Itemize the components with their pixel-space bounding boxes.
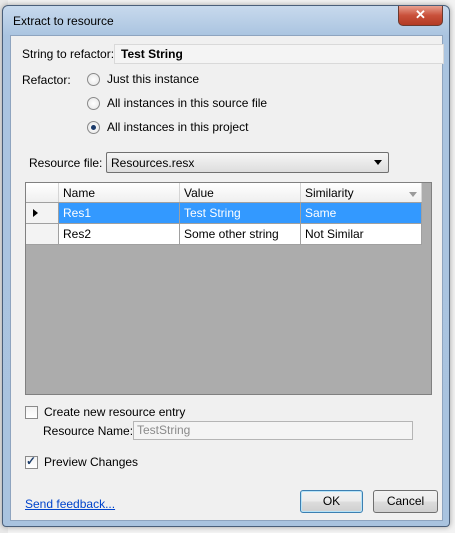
sort-arrow-icon (409, 191, 417, 197)
row-header-corner (26, 183, 59, 203)
resource-file-label: Resource file: (29, 156, 103, 170)
ok-button[interactable]: OK (300, 490, 363, 513)
row-header[interactable] (26, 223, 59, 245)
row-header[interactable] (26, 202, 59, 224)
cell-similarity[interactable]: Not Similar (300, 223, 422, 245)
dialog-body: String to refactor: Test String Refactor… (10, 35, 444, 521)
send-feedback-link[interactable]: Send feedback... (25, 497, 115, 511)
table-row[interactable]: Res2 Some other string Not Similar (26, 223, 422, 245)
cell-value[interactable]: Test String (179, 202, 301, 224)
dialog-title: Extract to resource (13, 14, 114, 28)
string-to-refactor-value: Test String (114, 44, 444, 64)
resource-name-label: Resource Name: (43, 424, 134, 438)
cell-name[interactable]: Res1 (58, 202, 180, 224)
radio-button-icon[interactable] (87, 120, 100, 134)
chevron-down-icon[interactable] (374, 160, 382, 165)
radio-all-in-project[interactable]: All instances in this project (87, 119, 248, 135)
title-bar[interactable]: Extract to resource ✕ (3, 6, 449, 34)
column-header-similarity[interactable]: Similarity (300, 183, 422, 203)
resource-name-input[interactable]: TestString (133, 421, 413, 440)
radio-button-icon[interactable] (87, 96, 100, 110)
close-icon: ✕ (415, 7, 426, 22)
radio-label: All instances in this project (107, 120, 249, 134)
string-to-refactor-label: String to refactor: (22, 47, 115, 61)
column-header-value[interactable]: Value (179, 183, 301, 203)
radio-label: Just this instance (107, 72, 200, 86)
radio-label: All instances in this source file (107, 96, 268, 110)
resource-file-selected: Resources.resx (111, 156, 195, 170)
column-header-name[interactable]: Name (58, 183, 180, 203)
radio-all-in-source-file[interactable]: All instances in this source file (87, 95, 267, 111)
resource-grid[interactable]: Name Value Similarity Res1 Test String S… (25, 182, 432, 395)
resource-table: Name Value Similarity Res1 Test String S… (26, 183, 422, 245)
refactor-label: Refactor: (22, 73, 71, 87)
radio-button-icon[interactable] (87, 72, 100, 86)
close-button[interactable]: ✕ (398, 6, 443, 26)
resource-file-dropdown[interactable]: Resources.resx (106, 152, 389, 173)
column-header-similarity-label: Similarity (305, 185, 354, 200)
extract-to-resource-dialog: Extract to resource ✕ String to refactor… (2, 5, 450, 527)
cell-name[interactable]: Res2 (58, 223, 180, 245)
current-row-arrow-icon (33, 209, 38, 217)
table-header-row: Name Value Similarity (26, 183, 422, 203)
preview-changes-label[interactable]: Preview Changes (44, 455, 138, 469)
preview-changes-checkbox[interactable] (25, 454, 38, 469)
cell-similarity[interactable]: Same (300, 202, 422, 224)
cell-value[interactable]: Some other string (179, 223, 301, 245)
cancel-button[interactable]: Cancel (373, 490, 438, 513)
create-new-entry-label[interactable]: Create new resource entry (44, 405, 185, 419)
table-row[interactable]: Res1 Test String Same (26, 202, 422, 224)
create-new-entry-checkbox[interactable] (25, 406, 38, 419)
radio-just-this-instance[interactable]: Just this instance (87, 71, 199, 87)
